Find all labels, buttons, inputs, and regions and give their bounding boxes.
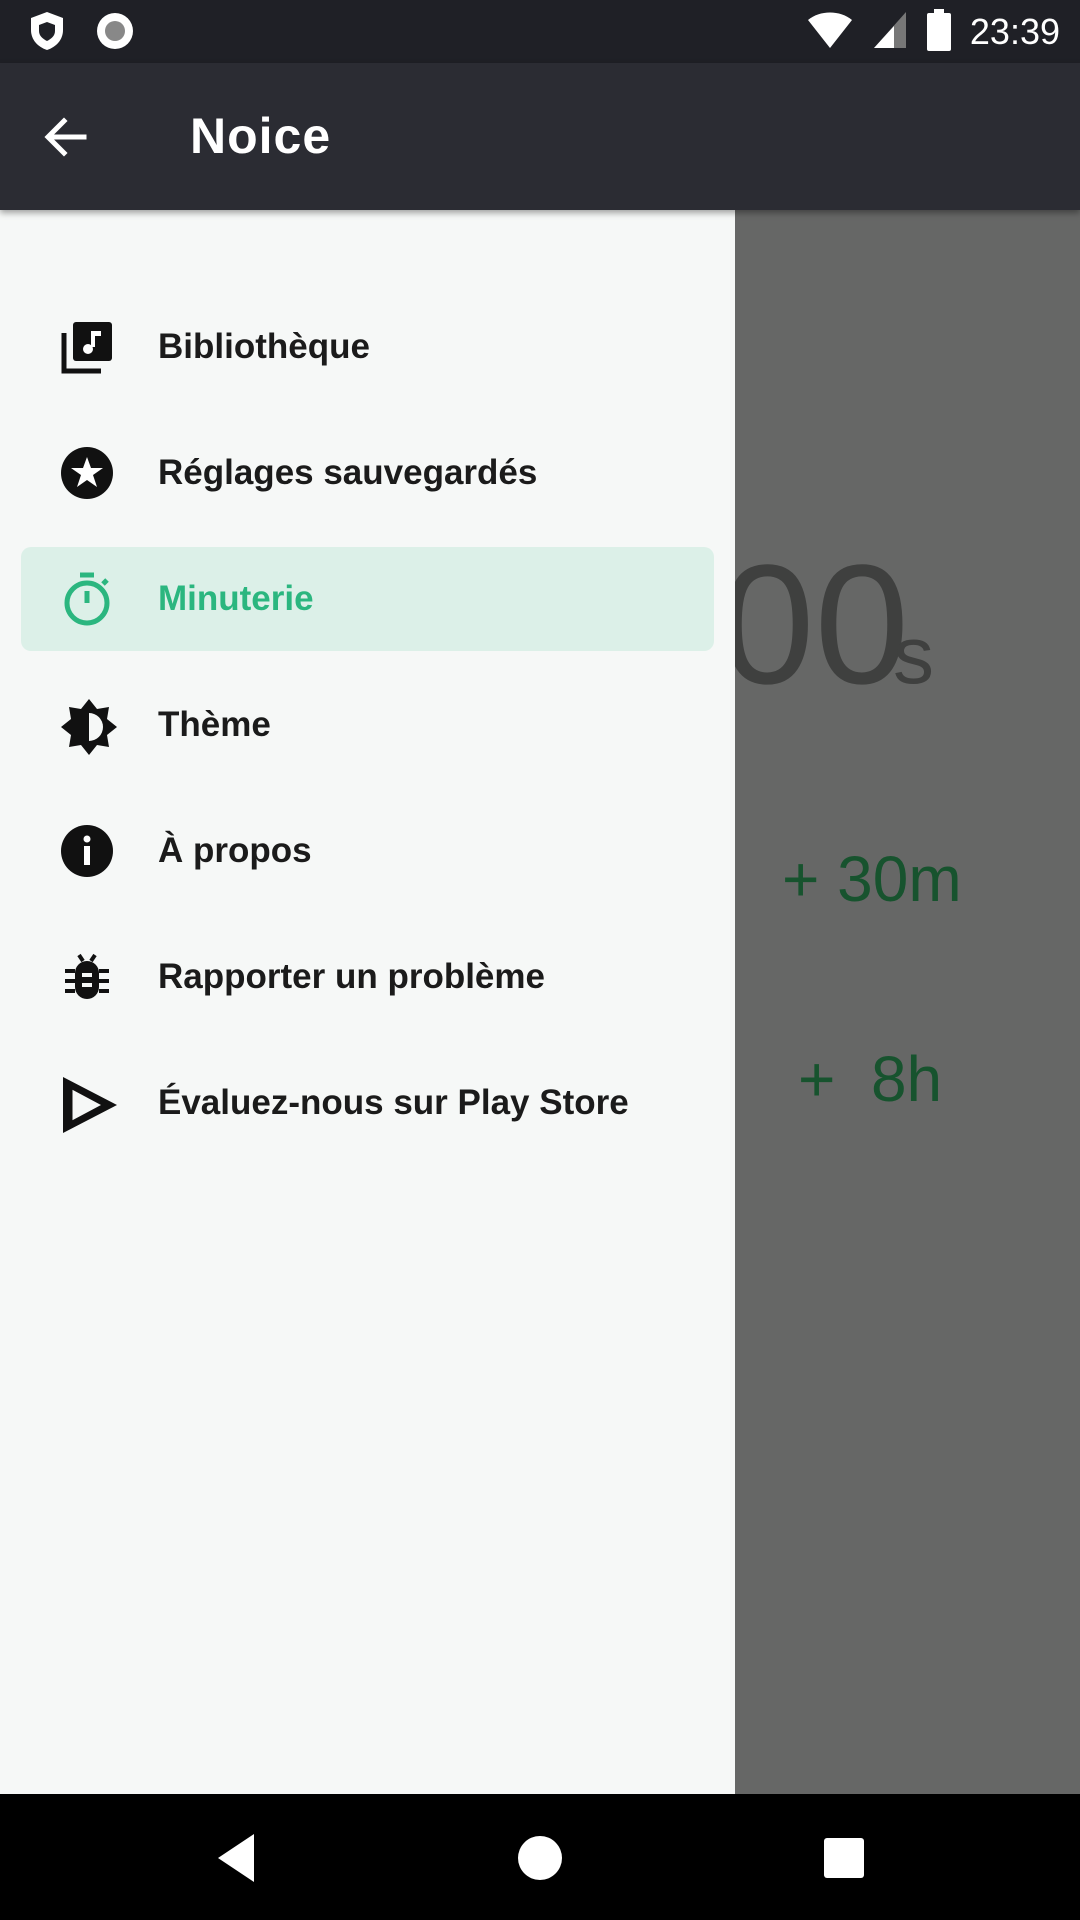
status-time: 23:39 <box>969 11 1060 52</box>
drawer-item-label: Rapporter un problème <box>158 957 545 996</box>
shield-icon <box>28 10 66 56</box>
nav-back-icon[interactable] <box>210 1828 270 1888</box>
app-toolbar: Noice <box>0 63 1080 210</box>
drawer-item-label: À propos <box>158 831 312 870</box>
page-title: Noice <box>190 108 332 164</box>
drawer-item-saved-presets[interactable]: Réglages sauvegardés <box>21 421 714 525</box>
drawer-item-label: Minuterie <box>158 579 314 618</box>
drawer-item-library[interactable]: Bibliothèque <box>21 295 714 399</box>
drawer-item-report-bug[interactable]: Rapporter un problème <box>21 925 714 1029</box>
wifi-icon <box>806 10 854 54</box>
system-nav-bar <box>0 1794 1080 1920</box>
record-icon <box>94 10 136 56</box>
navigation-drawer: Bibliothèque Réglages sauvegardés Minute… <box>0 210 735 1794</box>
brightness-icon <box>59 697 117 755</box>
arrow-back-icon[interactable] <box>34 105 98 169</box>
drawer-item-label: Bibliothèque <box>158 327 370 366</box>
timer-icon <box>59 571 115 627</box>
info-icon <box>59 823 115 879</box>
timer-seconds-unit: s <box>893 610 934 701</box>
library-music-icon <box>59 319 115 375</box>
signal-icon <box>872 10 908 54</box>
play-store-icon <box>59 1075 117 1133</box>
bug-icon <box>59 949 115 1005</box>
drawer-item-label: Thème <box>158 705 271 744</box>
drawer-item-label: Réglages sauvegardés <box>158 453 538 492</box>
star-circle-icon <box>59 445 115 501</box>
timer-seconds-value: 00 <box>720 530 910 720</box>
drawer-item-rate-play-store[interactable]: Évaluez-nous sur Play Store <box>21 1051 714 1155</box>
add-30m-button[interactable]: + 30m <box>782 842 962 916</box>
nav-recents-icon[interactable] <box>814 1828 874 1888</box>
nav-home-icon[interactable] <box>510 1828 570 1888</box>
status-bar: 23:39 <box>0 0 1080 63</box>
drawer-item-label: Évaluez-nous sur Play Store <box>158 1083 629 1122</box>
battery-icon <box>926 8 952 56</box>
drawer-item-theme[interactable]: Thème <box>21 673 714 777</box>
add-8h-button[interactable]: + 8h <box>798 1042 942 1116</box>
drawer-item-timer[interactable]: Minuterie <box>21 547 714 651</box>
drawer-item-about[interactable]: À propos <box>21 799 714 903</box>
